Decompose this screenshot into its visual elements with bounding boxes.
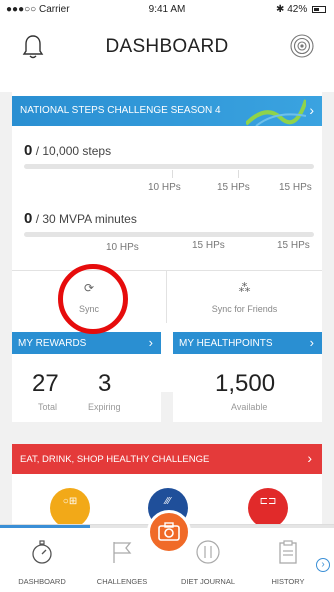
steps-goal: / 10,000 steps	[35, 144, 112, 158]
chevron-right-icon[interactable]: ›	[316, 558, 330, 572]
battery-indicator: ✱ 42%	[276, 4, 326, 15]
cutlery-icon	[196, 540, 220, 564]
tab-dashboard-label: DASHBOARD	[18, 577, 66, 586]
eat-category-icon[interactable]: ○⊞	[50, 488, 90, 524]
rewards-tile[interactable]: MY REWARDS › 27 Total 3 Expiring	[12, 332, 161, 422]
bluetooth-icon: ✱	[276, 4, 285, 15]
tab-challenges-label: CHALLENGES	[96, 577, 148, 586]
steps-challenge-banner[interactable]: NATIONAL STEPS CHALLENGE SEASON 4 ›	[12, 96, 322, 126]
healthpoints-tile[interactable]: MY HEALTHPOINTS › 1,500 Available	[173, 332, 322, 422]
chevron-right-icon: ›	[307, 450, 312, 466]
rewards-title: MY REWARDS	[18, 338, 87, 349]
eat-challenge-banner[interactable]: EAT, DRINK, SHOP HEALTHY CHALLENGE ›	[12, 444, 322, 474]
mvpa-goal: / 30 MVPA minutes	[35, 212, 137, 226]
steps-tick-2	[238, 170, 239, 178]
banner-decoration	[246, 99, 306, 126]
chevron-right-icon: ›	[148, 335, 153, 350]
page-title: DASHBOARD	[105, 36, 229, 57]
steps-current: 0	[24, 142, 33, 159]
broadcast-icon[interactable]	[290, 34, 314, 58]
battery-icon	[312, 5, 326, 13]
rewards-expiring-label: Expiring	[88, 402, 121, 412]
highlight-ring	[58, 264, 128, 334]
rewards-expiring: 3	[98, 370, 112, 397]
healthpoints-title: MY HEALTHPOINTS	[179, 338, 273, 349]
tab-history-label: HISTORY	[271, 577, 305, 586]
app-header: DASHBOARD	[0, 20, 334, 64]
dashboard-content: NATIONAL STEPS CHALLENGE SEASON 4 › 0 / …	[0, 92, 334, 524]
camera-icon	[158, 522, 180, 541]
friends-icon: ⁂	[238, 281, 251, 295]
healthpoints-header: MY HEALTHPOINTS ›	[173, 332, 322, 354]
steps-challenge-title: NATIONAL STEPS CHALLENGE SEASON 4	[20, 105, 221, 116]
mvpa-metric: 0 / 30 MVPA minutes	[24, 210, 137, 227]
clipboard-icon	[279, 540, 297, 564]
chevron-right-icon: ›	[309, 335, 314, 350]
shop-category-icon[interactable]: ⊏⊐	[248, 488, 288, 524]
mvpa-progress-bar	[24, 232, 314, 237]
flag-icon	[113, 542, 132, 563]
camera-button[interactable]	[147, 510, 191, 554]
steps-hp-1: 10 HPs	[148, 182, 181, 193]
healthpoints-label: Available	[231, 402, 268, 412]
steps-tick-1	[172, 170, 173, 178]
tab-diet-journal-label: DIET JOURNAL	[180, 577, 236, 586]
steps-hp-3: 15 HPs	[279, 182, 312, 193]
steps-metric: 0 / 10,000 steps	[24, 142, 111, 159]
steps-progress-bar	[24, 164, 314, 169]
steps-hp-2: 15 HPs	[217, 182, 250, 193]
rewards-total-label: Total	[38, 402, 58, 412]
healthpoints-value: 1,500	[215, 370, 276, 397]
rewards-total: 27	[32, 370, 59, 397]
status-bar: ●●●○○ Carrier 9:41 AM ✱ 42%	[0, 0, 334, 20]
mvpa-hp-2: 15 HPs	[192, 240, 225, 251]
rewards-header: MY REWARDS ›	[12, 332, 161, 354]
stopwatch-icon	[32, 540, 52, 564]
sync-for-friends-button[interactable]: ⁂ Sync for Friends	[167, 271, 322, 323]
mvpa-hp-1: 10 HPs	[106, 242, 139, 253]
tab-dashboard[interactable]: DASHBOARD	[0, 539, 84, 589]
eat-challenge-title: EAT, DRINK, SHOP HEALTHY CHALLENGE	[20, 454, 210, 465]
tab-scroll-thumb	[0, 525, 90, 528]
battery-percent: 42%	[287, 4, 308, 15]
mvpa-hp-3: 15 HPs	[277, 240, 310, 251]
sync-friends-label: Sync for Friends	[211, 304, 278, 314]
chevron-right-icon: ›	[309, 102, 314, 118]
mvpa-current: 0	[24, 210, 33, 227]
